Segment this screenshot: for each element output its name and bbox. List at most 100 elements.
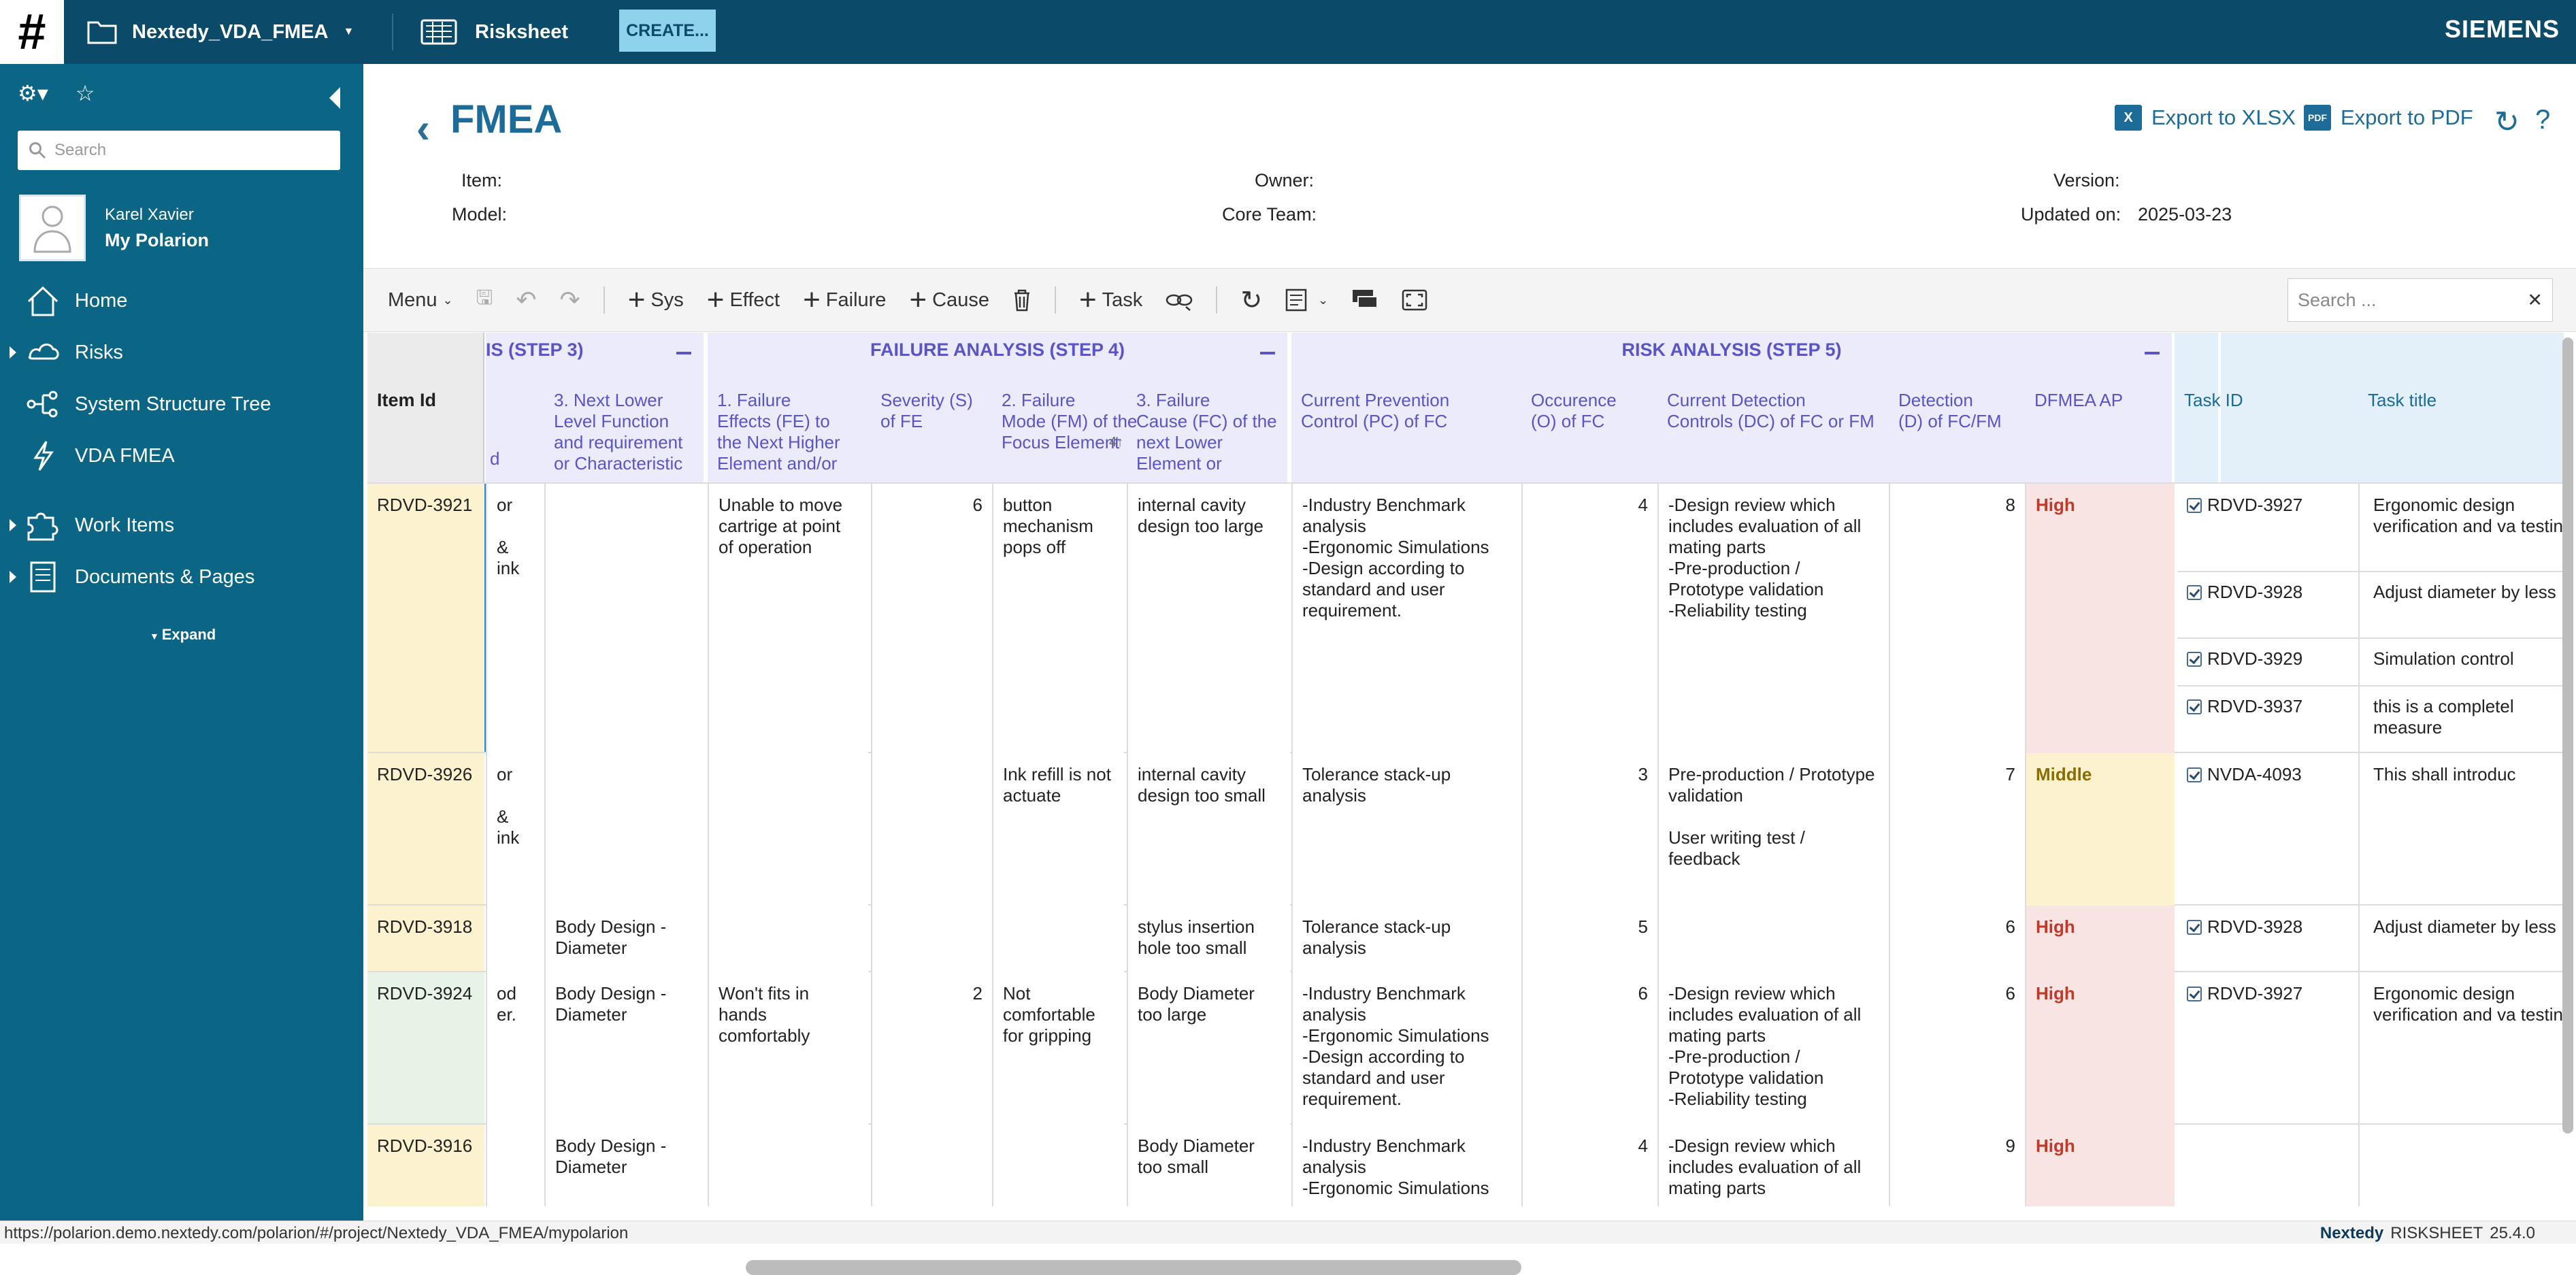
undo-icon[interactable]: ↶ (516, 286, 536, 314)
column-header-severity[interactable]: Severity (S) of FE (880, 390, 989, 432)
column-header-occurence[interactable]: Occurence (O) of FC (1531, 390, 1653, 432)
fc-cell[interactable]: internal cavity design too small (1127, 753, 1290, 906)
c-partial-cell[interactable]: or & ink (486, 753, 544, 906)
vertical-scrollbar[interactable] (2562, 337, 2573, 1133)
det-cell[interactable]: 6 (1889, 972, 2025, 1125)
collapse-group-icon[interactable] (2145, 352, 2160, 354)
comments-icon[interactable] (1351, 288, 1378, 312)
table-row[interactable]: RDVD-3918 Body Design - Diameter stylus in… (367, 904, 2564, 972)
occ-cell[interactable]: 6 (1521, 972, 1657, 1125)
close-icon[interactable]: ✕ (2527, 290, 2543, 311)
back-icon[interactable]: ‹ (416, 105, 430, 152)
sev-cell[interactable]: 2 (871, 972, 992, 1206)
item-id-cell[interactable]: RDVD-3918 (367, 906, 484, 971)
fm-cell[interactable]: Ink refill is not actuate (992, 753, 1124, 972)
add-failure-button[interactable]: + Failure (803, 285, 886, 315)
my-polarion-link[interactable]: My Polarion (105, 230, 209, 251)
expand-caret-icon[interactable] (10, 346, 16, 359)
task-title-cell[interactable]: Adjust diameter by less (2358, 906, 2564, 971)
next-lower-cell[interactable]: Body Design - Diameter (544, 972, 708, 1125)
task-link[interactable]: RDVD-3928 (2187, 916, 2302, 938)
occ-cell[interactable]: 4 (1521, 484, 1657, 753)
fc-cell[interactable]: stylus insertion hole too small (1127, 906, 1290, 972)
column-header-failure-effects[interactable]: 1. Failure Effects (FE) to the Next High… (717, 390, 853, 474)
task-link[interactable]: RDVD-3928 (2187, 582, 2302, 603)
table-row[interactable]: RDVD-3916 Body Design - Diameter Body Diam… (367, 1123, 2564, 1206)
sev-cell[interactable]: 6 (871, 484, 992, 972)
next-lower-cell[interactable] (544, 484, 708, 753)
project-switcher[interactable]: Nextedy_VDA_FMEA ▼ (87, 16, 354, 48)
task-id-cell[interactable]: RDVD-3927 (2175, 972, 2358, 1123)
fullscreen-icon[interactable] (1402, 289, 1427, 311)
task-link[interactable]: RDVD-3927 (2187, 495, 2302, 516)
ap-cell[interactable]: High (2025, 484, 2175, 753)
user-profile[interactable]: Karel Xavier My Polarion (19, 195, 209, 261)
ap-cell[interactable]: High (2025, 906, 2175, 972)
dc-cell[interactable]: -Design review which includes evaluation… (1657, 484, 1889, 753)
task-title-cell[interactable]: This shall introduc (2358, 753, 2564, 904)
table-row[interactable]: RDVD-3924 od er. Body Design - Diameter Won… (367, 971, 2564, 1206)
sidebar-item-system-structure-tree[interactable]: System Structure Tree (0, 380, 363, 429)
task-link[interactable]: NVDA-4093 (2187, 764, 2302, 785)
refresh-icon[interactable]: ↻ (2494, 105, 2520, 139)
fm-cell[interactable]: Not comfortable for gripping (992, 972, 1124, 1206)
fe-cell[interactable]: Won't fits in hands comfortably (708, 972, 868, 1206)
task-id-cell[interactable]: NVDA-4093 (2175, 753, 2358, 904)
pc-cell[interactable]: Tolerance stack-up analysis (1291, 753, 1521, 906)
menu-button[interactable]: Menu ⌄ (388, 289, 453, 312)
next-lower-cell[interactable]: Body Design - Diameter (544, 906, 708, 972)
occ-cell[interactable]: 5 (1521, 906, 1657, 972)
dc-cell[interactable]: -Design review which includes evaluation… (1657, 1125, 1889, 1206)
polarion-logo[interactable]: # (0, 0, 64, 64)
column-header-prevention-control[interactable]: Current Prevention Control (PC) of FC (1301, 390, 1519, 432)
c-partial-cell[interactable] (486, 1125, 544, 1206)
ap-cell[interactable]: High (2025, 1125, 2175, 1206)
column-header-failure-cause[interactable]: 3. Failure Cause (FC) of the next Lower … (1136, 390, 1286, 474)
sidebar-item-home[interactable]: Home (0, 276, 363, 325)
column-header-item-id[interactable]: Item Id (367, 333, 484, 482)
item-id-cell[interactable]: RDVD-3916 (367, 1125, 484, 1206)
c-partial-cell[interactable]: or & ink (486, 484, 544, 753)
dc-cell[interactable]: Pre-production / Prototype validation Us… (1657, 753, 1889, 906)
task-link[interactable]: RDVD-3929 (2187, 648, 2302, 669)
fe-cell[interactable]: Unable to move cartrige at point of oper… (708, 484, 868, 972)
delete-icon[interactable] (1012, 288, 1031, 312)
sidebar-item-risks[interactable]: Risks (0, 328, 363, 377)
next-lower-cell[interactable]: Body Design - Diameter (544, 1125, 708, 1206)
table-row[interactable]: RDVD-3926 or & ink Ink refill is not actua… (367, 752, 2564, 972)
pc-cell[interactable]: -Industry Benchmark analysis -Ergonomic … (1291, 972, 1521, 1125)
expand-button[interactable]: ▼ Expand (150, 626, 216, 644)
task-link[interactable]: RDVD-3937 (2187, 696, 2302, 717)
add-effect-button[interactable]: + Effect (707, 285, 780, 315)
sidebar-item-vda-fmea[interactable]: VDA FMEA (0, 431, 363, 480)
det-cell[interactable]: 6 (1889, 906, 2025, 972)
fm-cell[interactable]: button mechanism pops off (992, 484, 1124, 753)
task-id-cell[interactable]: RDVD-3928 (2175, 906, 2358, 971)
export-pdf-button[interactable]: PDF Export to PDF (2304, 105, 2473, 131)
dc-cell[interactable] (1657, 906, 1889, 972)
ap-cell[interactable]: High (2025, 972, 2175, 1125)
c-partial-cell[interactable] (486, 906, 544, 972)
sidebar-item-work-items[interactable]: Work Items (0, 501, 363, 550)
fc-cell[interactable]: Body Diameter too small (1127, 1125, 1290, 1206)
fc-cell[interactable]: internal cavity design too large (1127, 484, 1290, 753)
save-icon[interactable]: 🖫 (476, 284, 493, 317)
table-row[interactable]: RDVD-3921 or & ink Unable to move cartrige… (367, 482, 2564, 972)
task-title-cell[interactable]: Ergonomic design verification and va tes… (2358, 972, 2564, 1123)
task-id-cell[interactable] (2175, 1125, 2358, 1206)
risksheet-link[interactable]: Risksheet (420, 16, 568, 48)
column-header-detection[interactable]: Detection (D) of FC/FM (1898, 390, 2034, 432)
item-id-cell[interactable]: RDVD-3921 (367, 484, 484, 752)
expand-caret-icon[interactable] (10, 571, 16, 583)
review-icon[interactable]: ⌄ (1285, 288, 1328, 312)
task-id-cell[interactable]: RDVD-3927 RDVD-3928 RDVD-3929 RDVD-3937 (2175, 484, 2358, 752)
task-title-cell[interactable] (2358, 1125, 2564, 1206)
collapse-sidebar-icon[interactable] (329, 87, 340, 109)
column-header-detection-controls[interactable]: Current Detection Controls (DC) of FC or… (1667, 390, 1898, 432)
add-task-button[interactable]: + Task (1079, 285, 1142, 315)
det-cell[interactable]: 9 (1889, 1125, 2025, 1206)
sidebar-item-documents-pages[interactable]: Documents & Pages (0, 552, 363, 601)
fc-cell[interactable]: Body Diameter too large (1127, 972, 1290, 1125)
collapse-group-icon[interactable] (1260, 352, 1275, 354)
next-lower-cell[interactable] (544, 753, 708, 906)
